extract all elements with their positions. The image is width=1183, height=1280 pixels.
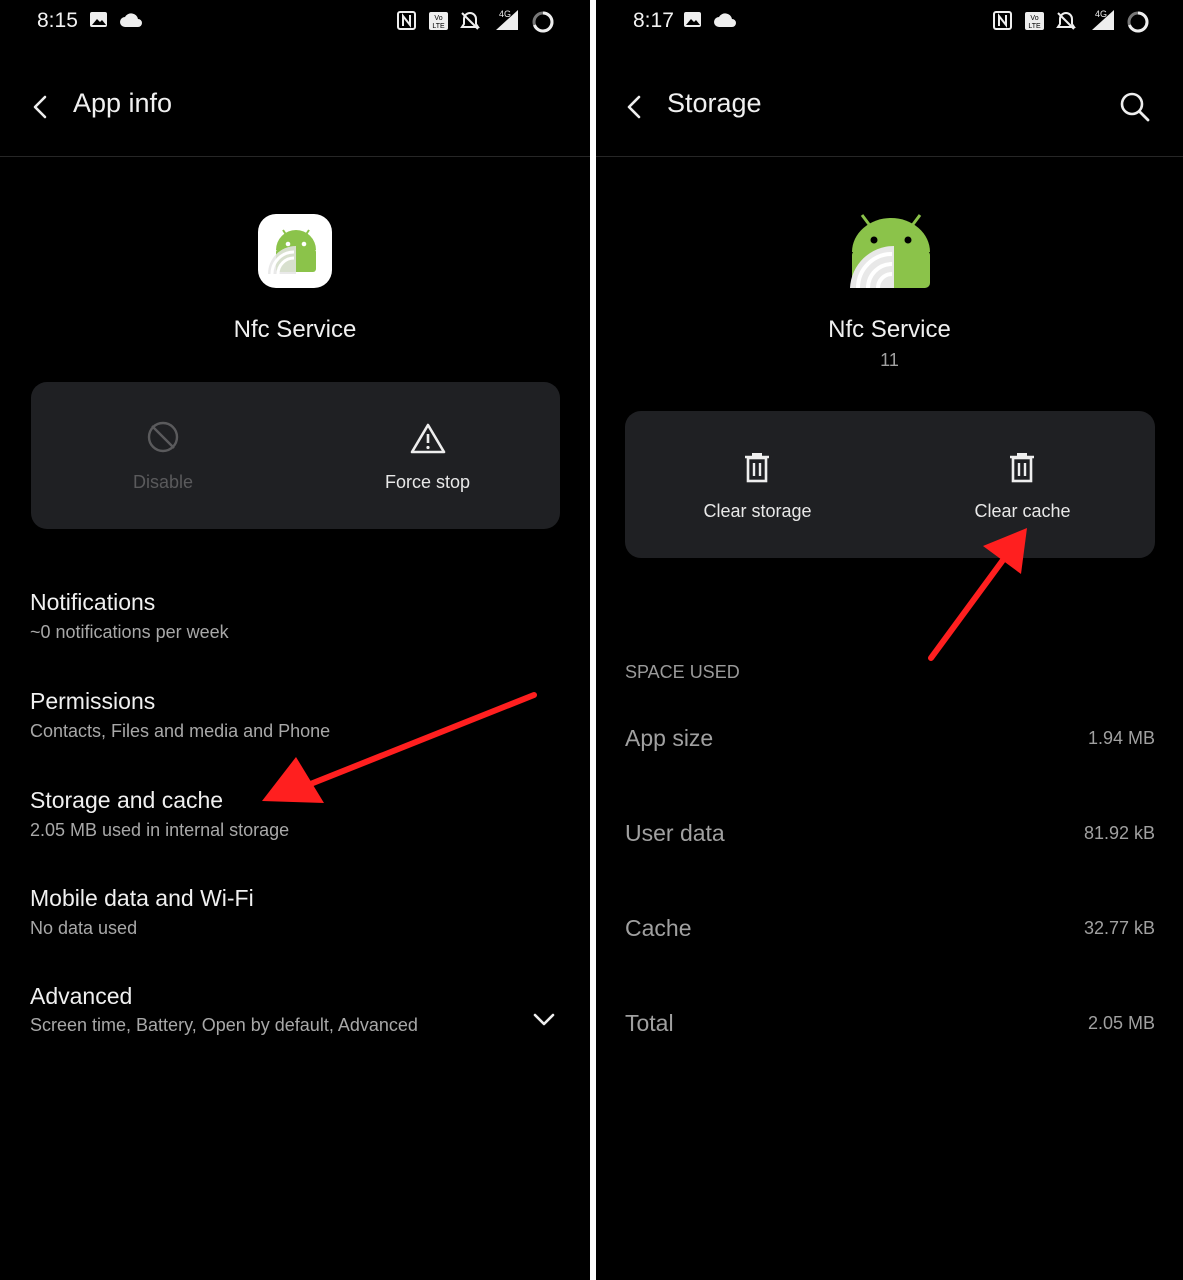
svg-text:4G: 4G bbox=[1095, 9, 1107, 19]
app-version: 11 bbox=[880, 350, 899, 370]
space-row-value: 32.77 kB bbox=[1083, 918, 1155, 938]
settings-item-title: Permissions bbox=[30, 688, 156, 714]
storage-actions-card: Clear storage Clear cache bbox=[625, 411, 1155, 558]
space-row-value: 81.92 kB bbox=[1083, 823, 1155, 843]
storage-screen: 8:17 Vo LTE 4G Storage Nfc Service 11 Cle… bbox=[596, 0, 1183, 1280]
svg-text:LTE: LTE bbox=[1028, 23, 1041, 30]
search-icon[interactable] bbox=[1119, 91, 1151, 123]
annotation-arrow bbox=[262, 692, 537, 803]
status-time: 8:15 bbox=[37, 9, 78, 32]
settings-item-subtitle: ~0 notifications per week bbox=[30, 622, 229, 642]
image-icon bbox=[90, 12, 107, 27]
signal-4g-icon: 4G bbox=[1092, 9, 1114, 30]
settings-item-title: Mobile data and Wi-Fi bbox=[30, 885, 254, 911]
force-stop-label: Force stop bbox=[384, 472, 471, 492]
svg-text:Vo: Vo bbox=[434, 15, 442, 22]
trash-icon bbox=[745, 453, 769, 483]
status-time: 8:17 bbox=[633, 9, 674, 32]
volte-icon: VoLTE bbox=[1025, 12, 1044, 30]
app-info-screen: 8:15 Vo LTE 4G App info Nfc Service Disab… bbox=[0, 0, 590, 1280]
app-name: Nfc Service bbox=[828, 316, 951, 343]
settings-item-title: Notifications bbox=[30, 589, 156, 615]
battery-ring-icon bbox=[532, 11, 554, 33]
settings-item-mobile-data[interactable]: Mobile data and Wi-Fi No data used bbox=[0, 876, 590, 946]
cloud-icon bbox=[714, 13, 736, 27]
back-arrow-icon[interactable] bbox=[622, 94, 648, 120]
clear-storage-button[interactable]: Clear storage bbox=[625, 411, 890, 558]
warning-icon bbox=[410, 423, 446, 454]
space-used-header: SPACE USED bbox=[625, 662, 740, 682]
bell-off-icon bbox=[1056, 11, 1076, 30]
space-row-cache: Cache 32.77 kB bbox=[596, 905, 1183, 955]
volte-icon: VoLTE bbox=[429, 12, 448, 30]
space-row-value: 2.05 MB bbox=[1087, 1013, 1155, 1033]
nfc-icon bbox=[397, 11, 416, 30]
cloud-icon bbox=[120, 13, 142, 27]
space-row-label: Cache bbox=[625, 915, 692, 941]
clear-storage-label: Clear storage bbox=[703, 501, 812, 521]
svg-text:Vo: Vo bbox=[1030, 15, 1038, 22]
space-row-app-size: App size 1.94 MB bbox=[596, 715, 1183, 765]
settings-item-title: Advanced bbox=[30, 983, 133, 1009]
force-stop-button[interactable]: Force stop bbox=[295, 382, 560, 529]
bell-off-icon bbox=[460, 11, 480, 30]
battery-ring-icon bbox=[1127, 11, 1149, 33]
android-icon bbox=[268, 229, 316, 275]
nfc-icon bbox=[993, 11, 1012, 30]
app-name: Nfc Service bbox=[233, 316, 357, 343]
space-row-user-data: User data 81.92 kB bbox=[596, 810, 1183, 860]
signal-4g-icon: 4G bbox=[496, 9, 518, 30]
settings-item-advanced[interactable]: Advanced Screen time, Battery, Open by d… bbox=[0, 974, 590, 1044]
svg-text:4G: 4G bbox=[499, 9, 511, 19]
trash-icon bbox=[1010, 453, 1034, 483]
app-icon bbox=[258, 214, 332, 288]
svg-text:LTE: LTE bbox=[432, 23, 445, 30]
settings-item-title: Storage and cache bbox=[30, 787, 224, 813]
space-row-label: User data bbox=[625, 820, 725, 846]
disable-button[interactable]: Disable bbox=[31, 382, 295, 529]
settings-item-subtitle: 2.05 MB used in internal storage bbox=[30, 820, 290, 840]
space-row-total: Total 2.05 MB bbox=[596, 1000, 1183, 1050]
space-row-label: App size bbox=[625, 725, 714, 751]
annotation-arrow bbox=[928, 528, 1027, 661]
page-title: Storage bbox=[667, 88, 762, 118]
space-row-value: 1.94 MB bbox=[1087, 728, 1155, 748]
header-divider bbox=[596, 156, 1183, 157]
chevron-down-icon bbox=[533, 1013, 555, 1026]
header-divider bbox=[0, 156, 590, 157]
settings-item-subtitle: No data used bbox=[30, 918, 138, 938]
clear-cache-label: Clear cache bbox=[974, 501, 1071, 521]
space-row-label: Total bbox=[625, 1010, 674, 1036]
settings-item-subtitle: Screen time, Battery, Open by default, A… bbox=[30, 1015, 418, 1035]
disable-label: Disable bbox=[132, 472, 194, 492]
android-icon bbox=[850, 214, 930, 289]
back-arrow-icon[interactable] bbox=[28, 94, 54, 120]
image-icon bbox=[684, 12, 701, 27]
settings-item-notifications[interactable]: Notifications ~0 notifications per week bbox=[0, 580, 590, 650]
disable-icon bbox=[147, 421, 179, 453]
app-actions-card: Disable Force stop bbox=[31, 382, 560, 529]
page-title: App info bbox=[73, 88, 173, 118]
